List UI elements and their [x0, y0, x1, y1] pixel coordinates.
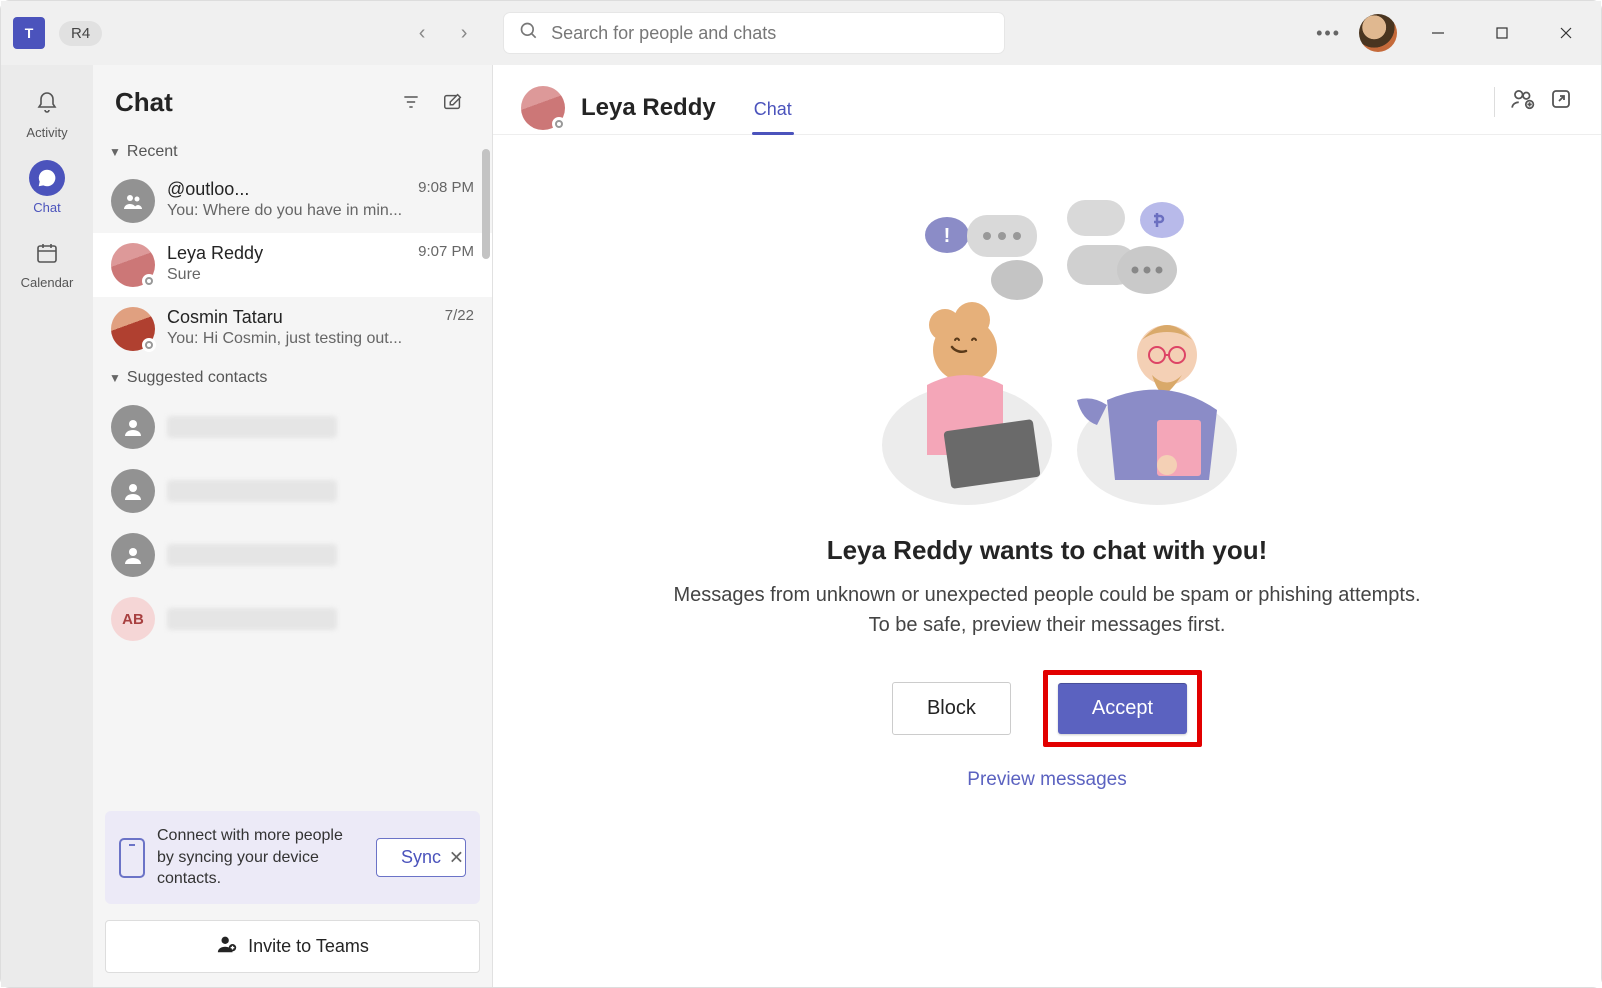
redacted-name [167, 480, 337, 502]
presence-offline-icon [142, 274, 156, 288]
avatar: AB [111, 597, 155, 641]
sync-card-text: Connect with more people by syncing your… [157, 825, 364, 890]
section-label: Suggested contacts [127, 369, 268, 387]
search-box[interactable] [504, 13, 1004, 53]
accept-highlight: Accept [1043, 670, 1202, 747]
caret-down-icon: ▼ [109, 371, 121, 385]
chat-request-description: Messages from unknown or unexpected peop… [667, 580, 1427, 640]
divider [1494, 87, 1495, 117]
avatar [111, 405, 155, 449]
window-close-button[interactable] [1543, 13, 1589, 53]
avatar [111, 469, 155, 513]
more-menu-button[interactable]: ••• [1316, 23, 1341, 44]
recent-section-toggle[interactable]: ▼ Recent [93, 135, 492, 169]
group-avatar-icon [111, 179, 155, 223]
avatar [111, 243, 155, 287]
suggested-contact[interactable] [93, 395, 492, 459]
redacted-name [167, 544, 337, 566]
chat-item-cosmin-tataru[interactable]: Cosmin Tataru 7/22 You: Hi Cosmin, just … [93, 297, 492, 361]
contact-avatar[interactable] [521, 86, 565, 130]
block-button[interactable]: Block [892, 682, 1011, 735]
chat-request-illustration: ! [857, 185, 1237, 505]
chat-list-panel: Chat ▼ Recent @outloo... 9:08 PM You: Wh… [93, 65, 493, 987]
profile-avatar[interactable] [1359, 14, 1397, 52]
rail-label: Activity [26, 125, 67, 140]
sync-contacts-card: Connect with more people by syncing your… [105, 811, 480, 904]
svg-text:!: ! [944, 225, 951, 247]
chat-header: Leya Reddy Chat [493, 65, 1601, 135]
presence-offline-icon [142, 338, 156, 352]
chat-request-title: Leya Reddy wants to chat with you! [827, 535, 1268, 566]
nav-forward-button[interactable]: › [444, 13, 484, 53]
rail-label: Calendar [21, 275, 74, 290]
filter-button[interactable] [394, 85, 428, 119]
invite-label: Invite to Teams [248, 936, 369, 957]
phone-icon [119, 838, 145, 878]
bell-icon [29, 85, 65, 121]
contact-name: Leya Reddy [581, 94, 716, 122]
search-input[interactable] [551, 23, 989, 44]
main-pane: Leya Reddy Chat ! [493, 65, 1601, 987]
chat-icon [29, 160, 65, 196]
suggested-contact[interactable] [93, 459, 492, 523]
avatar [111, 307, 155, 351]
presence-offline-icon [552, 117, 566, 131]
chat-item-preview: Sure [167, 266, 474, 284]
suggested-contact[interactable] [93, 523, 492, 587]
sync-close-button[interactable]: ✕ [443, 841, 470, 874]
redacted-name [167, 416, 337, 438]
calendar-icon [29, 235, 65, 271]
window-maximize-button[interactable] [1479, 13, 1525, 53]
preview-messages-link[interactable]: Preview messages [967, 769, 1126, 791]
chat-item-preview: You: Hi Cosmin, just testing out... [167, 330, 474, 348]
chat-item-name: Leya Reddy [167, 243, 263, 264]
title-bar: T R4 ‹ › ••• [1, 1, 1601, 65]
chat-item-time: 9:08 PM [418, 179, 474, 200]
chat-item-name: Cosmin Tataru [167, 307, 283, 328]
teams-logo-icon: T [13, 17, 45, 49]
chat-item-leya-reddy[interactable]: Leya Reddy 9:07 PM Sure [93, 233, 492, 297]
rail-calendar[interactable]: Calendar [1, 225, 93, 296]
new-chat-button[interactable] [436, 85, 470, 119]
rail-activity[interactable]: Activity [1, 75, 93, 146]
nav-back-button[interactable]: ‹ [402, 13, 442, 53]
rail-label: Chat [33, 200, 60, 215]
suggested-contact[interactable]: AB [93, 587, 492, 651]
chat-item-time: 7/22 [445, 307, 474, 328]
chat-item-name: @outloo... [167, 179, 249, 200]
search-icon [519, 21, 539, 46]
section-label: Recent [127, 143, 178, 161]
person-add-icon [216, 933, 238, 960]
chat-item-time: 9:07 PM [418, 243, 474, 264]
redacted-name [167, 608, 337, 630]
suggested-section-toggle[interactable]: ▼ Suggested contacts [93, 361, 492, 395]
tab-chat[interactable]: Chat [744, 81, 802, 134]
invite-to-teams-button[interactable]: Invite to Teams [105, 920, 480, 973]
add-people-button[interactable] [1509, 86, 1535, 117]
popout-button[interactable] [1549, 87, 1573, 116]
avatar [111, 533, 155, 577]
window-minimize-button[interactable] [1415, 13, 1461, 53]
org-badge[interactable]: R4 [59, 21, 102, 46]
chat-item-outlook[interactable]: @outloo... 9:08 PM You: Where do you hav… [93, 169, 492, 233]
app-rail: Activity Chat Calendar [1, 65, 93, 987]
accept-button[interactable]: Accept [1058, 683, 1187, 734]
rail-chat[interactable]: Chat [1, 150, 93, 221]
chat-list-title: Chat [115, 87, 386, 118]
chat-item-preview: You: Where do you have in min... [167, 202, 474, 220]
caret-down-icon: ▼ [109, 145, 121, 159]
